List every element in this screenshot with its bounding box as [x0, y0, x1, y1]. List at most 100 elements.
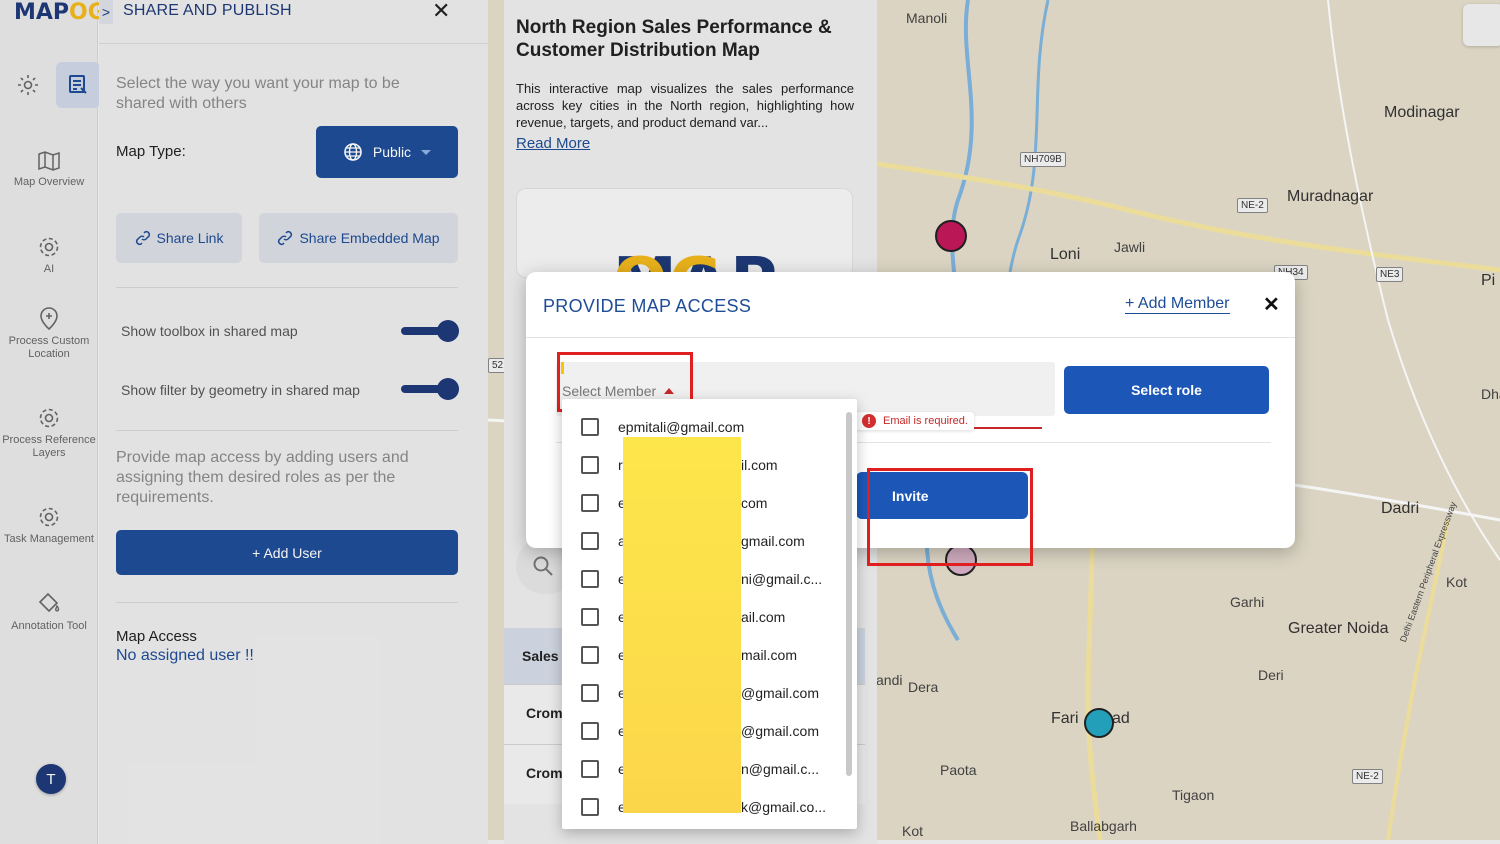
dropdown-scrollbar[interactable] [846, 412, 852, 776]
map-label: Muradnagar [1287, 188, 1374, 205]
map-marker[interactable] [935, 220, 967, 252]
map-type-label: Map Type: [116, 143, 186, 160]
map-description: This interactive map visualizes the sale… [516, 81, 854, 130]
gear-icon [39, 237, 59, 257]
toggle-filter-label: Show filter by geometry in shared map [121, 382, 360, 398]
redaction-overlay [623, 437, 741, 813]
map-label: Kot [902, 823, 924, 839]
road-shield: NE-2 [1237, 198, 1268, 213]
search-icon [533, 556, 553, 576]
map-label: Modinagar [1384, 104, 1460, 121]
checkbox[interactable] [581, 532, 599, 550]
toggle-toolbox-label: Show toolbox in shared map [121, 323, 298, 339]
map-access-label: Map Access [116, 628, 197, 645]
map-label: Jawli [1114, 239, 1146, 255]
road-shield: NE3 [1376, 267, 1404, 282]
error-icon: ! [862, 414, 876, 428]
share-publish-icon[interactable] [56, 62, 100, 108]
checkbox[interactable] [581, 494, 599, 512]
map-marker[interactable] [945, 544, 977, 576]
select-role-button[interactable]: Select role [1064, 366, 1269, 414]
checkbox[interactable] [581, 456, 599, 474]
divider [116, 430, 458, 431]
map-label: Paota [940, 762, 977, 778]
map-label: Dadri [1381, 500, 1420, 517]
map-label: Dha [1481, 386, 1500, 402]
mapog-logo[interactable]: MAPOG [14, 0, 106, 25]
select-member-dropdown[interactable]: Select Member [562, 383, 675, 399]
share-embedded-map-button[interactable]: Share Embedded Map [259, 213, 458, 263]
left-rail: MAPOG Map Overview AI Process Custom Loc… [0, 0, 106, 844]
modal-title: PROVIDE MAP ACCESS [543, 296, 752, 316]
invite-button[interactable]: Invite [856, 472, 1028, 519]
map-label: Ballabgarh [1070, 818, 1137, 834]
divider [116, 287, 458, 288]
location-pin-icon [40, 307, 58, 331]
map-layers-button[interactable] [1463, 4, 1500, 46]
divider [116, 602, 458, 603]
map-label: andi [876, 672, 903, 688]
panel-header: > SHARE AND PUBLISH ✕ [99, 0, 488, 44]
collapse-chevron-icon[interactable]: > [99, 0, 113, 24]
share-link-button[interactable]: Share Link [116, 213, 242, 263]
rail-process-custom-location[interactable]: Process Custom Location [0, 307, 98, 361]
rail-process-reference-layers[interactable]: Process Reference Layers [0, 406, 98, 460]
access-description: Provide map access by adding users and a… [116, 449, 409, 506]
paint-bucket-icon [38, 592, 60, 613]
add-member-link[interactable]: + Add Member [1125, 295, 1230, 314]
map-label: Garhi [1230, 594, 1265, 610]
map-label: Manoli [906, 10, 948, 26]
share-publish-panel: > SHARE AND PUBLISH ✕ Select the way you… [99, 0, 488, 844]
map-title: North Region Sales Performance & Custome… [516, 17, 832, 61]
checkbox[interactable] [581, 722, 599, 740]
task-gear-icon [39, 507, 59, 527]
read-more-link[interactable]: Read More [516, 135, 590, 152]
link-icon [135, 230, 150, 246]
close-modal-button[interactable]: ✕ [1263, 292, 1280, 317]
error-underline [974, 427, 1042, 429]
road-shield: NE-2 [1352, 769, 1383, 784]
rail-map-overview[interactable]: Map Overview [0, 150, 98, 189]
toggle-toolbox-switch[interactable] [401, 320, 459, 342]
checkbox[interactable] [581, 608, 599, 626]
add-user-button[interactable]: + Add User [116, 530, 458, 575]
rail-task-management[interactable]: Task Management [0, 505, 98, 546]
divider [526, 337, 1295, 338]
globe-icon [344, 143, 362, 161]
checkbox[interactable] [581, 760, 599, 778]
checkbox[interactable] [581, 798, 599, 816]
chevron-down-icon [421, 149, 432, 155]
rail-annotation-tool[interactable]: Annotation Tool [0, 590, 98, 633]
user-avatar[interactable]: T [36, 764, 66, 794]
layers-gear-icon [39, 408, 59, 428]
checkbox[interactable] [581, 418, 599, 436]
map-label: Loni [1050, 246, 1081, 263]
rail-ai[interactable]: AI [0, 235, 98, 276]
map-label: Tigaon [1172, 787, 1215, 803]
map-label: Kot [1446, 574, 1468, 590]
email-error-tooltip: ! Email is required. [856, 412, 974, 430]
checkbox[interactable] [581, 684, 599, 702]
checkbox[interactable] [581, 570, 599, 588]
chevron-up-icon [664, 388, 675, 394]
road-shield: NH709B [1020, 152, 1066, 167]
share-description: Select the way you want your map to be s… [116, 75, 400, 112]
map-icon [38, 151, 60, 171]
map-type-select[interactable]: Public [316, 126, 458, 178]
map-label: Greater Noida [1288, 620, 1389, 637]
map-label: Dera [908, 679, 939, 695]
map-label: Fari [1051, 710, 1079, 727]
toggle-filter-switch[interactable] [401, 378, 459, 400]
map-label: Pi [1481, 272, 1496, 289]
link-icon [278, 230, 293, 246]
map-access-value: No assigned user !! [116, 647, 254, 664]
settings-icon[interactable] [10, 62, 46, 108]
close-panel-button[interactable]: ✕ [432, 0, 450, 24]
card-logo: MAPOG [516, 188, 853, 278]
panel-title: SHARE AND PUBLISH [123, 1, 292, 19]
cursor-marker [561, 362, 564, 374]
map-marker[interactable] [1084, 708, 1114, 738]
map-label: Deri [1258, 667, 1284, 683]
checkbox[interactable] [581, 646, 599, 664]
map-label: ad [1112, 710, 1130, 727]
